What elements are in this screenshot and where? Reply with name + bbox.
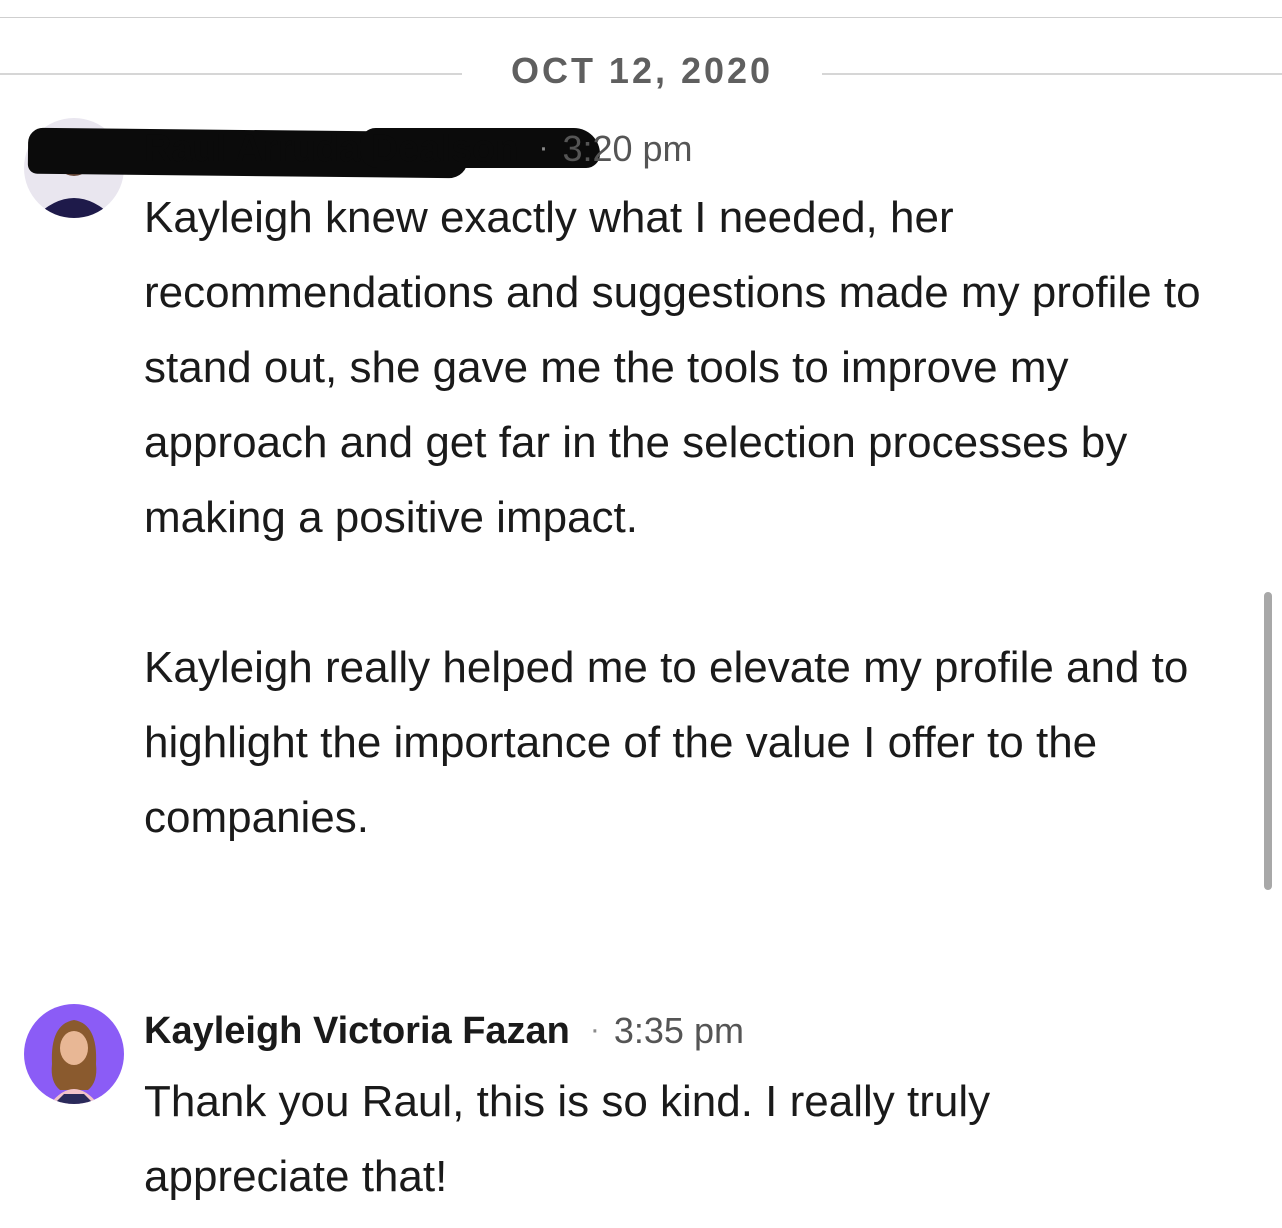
message-body: Thank you Raul, this is so kind. I reall… — [144, 1064, 1204, 1214]
author-name[interactable]: Raul Arruda Dealson — [144, 128, 518, 170]
date-separator: OCT 12, 2020 — [0, 44, 1282, 100]
message-time: 3:20 pm — [562, 128, 693, 169]
avatar-kayleigh[interactable] — [24, 1004, 124, 1104]
scrollbar-thumb[interactable] — [1264, 592, 1272, 890]
author-name[interactable]: Kayleigh Victoria Fazan — [144, 1010, 570, 1052]
message-paragraph: Thank you Raul, this is so kind. I reall… — [144, 1077, 991, 1201]
message-header: Raul Arruda Dealson · 3:20 pm — [144, 128, 693, 171]
message-time: 3:35 pm — [613, 1010, 744, 1051]
date-label: OCT 12, 2020 — [510, 50, 774, 91]
message-header: Kayleigh Victoria Fazan · 3:35 pm — [144, 1010, 744, 1053]
header-dot: · — [538, 131, 549, 164]
avatar-kayleigh-image — [24, 1004, 124, 1104]
message-paragraph: Kayleigh really helped me to elevate my … — [144, 643, 1189, 842]
date-line-left — [0, 73, 462, 75]
message-paragraph: Kayleigh knew exactly what I needed, her… — [144, 193, 1201, 542]
date-line-right — [822, 73, 1282, 75]
header-dot: · — [589, 1013, 600, 1046]
top-divider — [0, 17, 1282, 18]
message-body: Kayleigh knew exactly what I needed, her… — [144, 180, 1204, 855]
